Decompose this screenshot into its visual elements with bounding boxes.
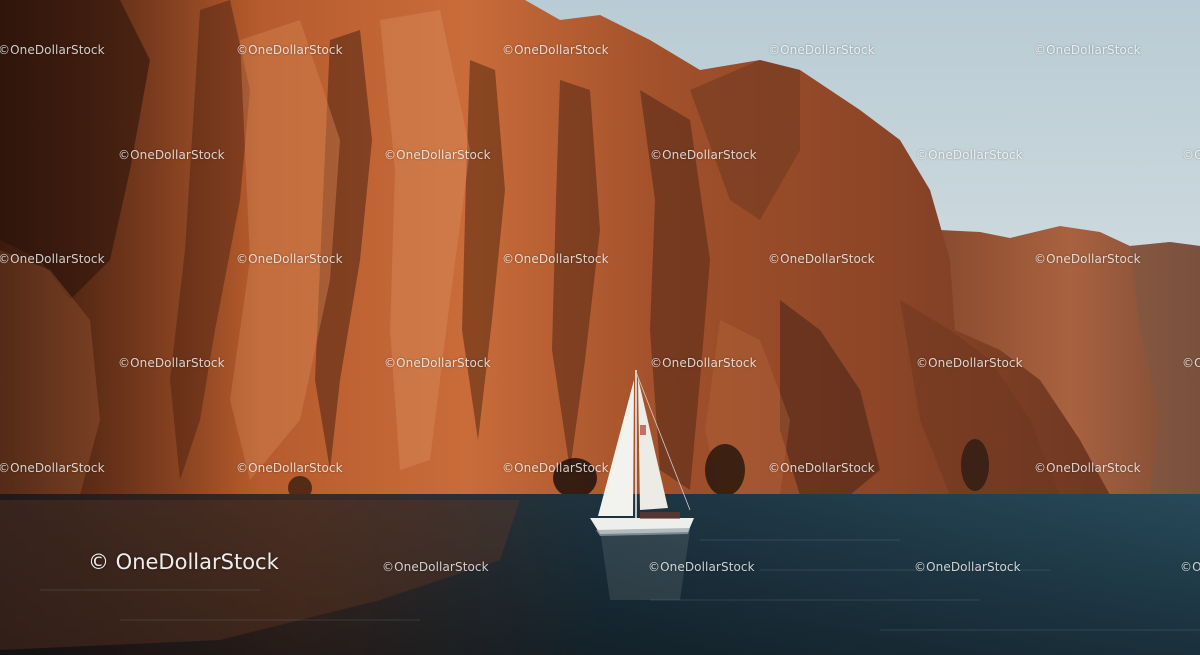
landscape-image [0,0,1200,655]
photo-scene: ©OneDollarStock ©OneDollarStock ©OneDoll… [0,0,1200,655]
